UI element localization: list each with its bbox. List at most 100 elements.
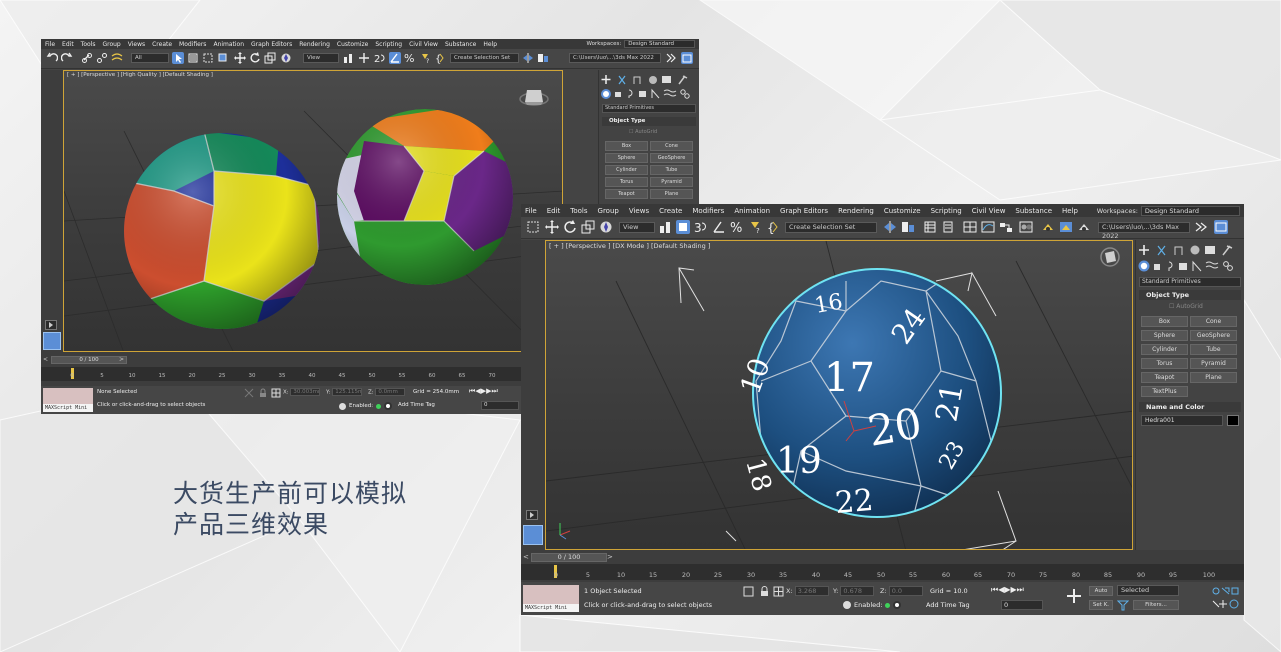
add-time-tag[interactable]: Add Time Tag [398, 402, 435, 408]
percent-snap-icon[interactable]: % [730, 220, 744, 234]
track-bar[interactable]: 0 5 10 15 20 25 30 35 40 45 50 55 60 65 … [521, 564, 1244, 580]
cone-button[interactable]: Cone [1190, 316, 1237, 327]
align-icon[interactable] [901, 220, 915, 234]
y-field[interactable]: 0.678 [840, 586, 875, 596]
z-field[interactable]: 0.0 [888, 586, 923, 596]
menu-animation[interactable]: Animation [213, 41, 244, 48]
redo-icon[interactable] [61, 52, 73, 64]
unlink-icon[interactable] [96, 52, 108, 64]
menu-scripting[interactable]: Scripting [931, 207, 962, 215]
slider-prev-icon[interactable]: < [43, 356, 48, 363]
absolute-mode-icon[interactable] [271, 388, 281, 398]
spinner-snap-icon[interactable]: ? [748, 220, 762, 234]
menu-help[interactable]: Help [483, 41, 497, 48]
move-icon[interactable] [234, 52, 246, 64]
select-manipulate-icon[interactable] [676, 220, 690, 234]
project-path-dropdown[interactable]: C:\Users\luo\...\3ds Max 2022 [1098, 222, 1190, 240]
torus-button[interactable]: Torus [1141, 358, 1188, 369]
current-frame-field[interactable]: 0 [1001, 600, 1043, 610]
tube-button[interactable]: Tube [1190, 344, 1237, 355]
soccer-ball-b[interactable] [329, 109, 514, 286]
chevron-right-icon[interactable] [1194, 220, 1208, 234]
viewport-nav-icons[interactable] [1211, 586, 1241, 612]
window-crossing-icon[interactable] [217, 52, 229, 64]
menu-civil-view[interactable]: Civil View [409, 41, 438, 48]
x-field[interactable]: 30.003mm [290, 388, 321, 396]
render-setup-icon[interactable] [1041, 220, 1055, 234]
torus-button[interactable]: Torus [605, 177, 648, 187]
menu-edit[interactable]: Edit [62, 41, 74, 48]
slider-prev-icon[interactable]: < [523, 553, 529, 561]
scene-explorer-icon[interactable] [941, 220, 955, 234]
reference-coord-dropdown[interactable]: View [303, 53, 339, 63]
create-selection-set-dropdown[interactable]: Create Selection Set [450, 53, 519, 63]
workspace-selector[interactable]: Workspaces: Design Standard [1097, 206, 1240, 216]
menu-graph-editors[interactable]: Graph Editors [780, 207, 828, 215]
time-slider[interactable]: 0 / 100 [531, 553, 607, 562]
selection-filter-dropdown[interactable]: All [131, 53, 169, 63]
absolute-mode-icon[interactable] [773, 586, 784, 597]
autogrid-checkbox[interactable]: ☐ AutoGrid [1169, 303, 1203, 310]
project-icon[interactable] [681, 52, 693, 64]
key-filters-button[interactable]: Filters... [1133, 600, 1179, 610]
adaptive-degradation[interactable]: Enabled: [339, 402, 393, 410]
current-frame-field[interactable]: 0 [481, 401, 519, 410]
pyramid-button[interactable]: Pyramid [650, 177, 693, 187]
render-production-icon[interactable] [1077, 220, 1091, 234]
geosphere-button[interactable]: GeoSphere [1190, 330, 1237, 341]
pivot-center-icon[interactable] [342, 52, 354, 64]
menu-scripting[interactable]: Scripting [375, 41, 402, 48]
keyboard-shortcut-icon[interactable]: 2 [374, 52, 386, 64]
expand-toolbar-icon[interactable] [526, 510, 538, 520]
curve-editor-icon[interactable] [981, 220, 995, 234]
menu-create[interactable]: Create [659, 207, 682, 215]
menu-civil-view[interactable]: Civil View [972, 207, 1006, 215]
geosphere-button[interactable]: GeoSphere [650, 153, 693, 163]
reference-coord-dropdown[interactable]: View [619, 222, 655, 233]
pyramid-button[interactable]: Pyramid [1190, 358, 1237, 369]
material-editor-icon[interactable] [1019, 220, 1033, 234]
plane-button[interactable]: Plane [1190, 372, 1237, 383]
select-region-icon[interactable] [526, 220, 540, 234]
maxscript-listener[interactable]: MAXScript Mini [523, 585, 579, 612]
percent-snap-icon[interactable]: % [404, 52, 416, 64]
menu-views[interactable]: Views [128, 41, 145, 48]
scale-icon[interactable] [581, 220, 595, 234]
schematic-view-icon[interactable] [999, 220, 1013, 234]
record-icon[interactable] [384, 402, 393, 410]
key-filter-icon[interactable] [1117, 600, 1129, 611]
viewcube-icon[interactable] [519, 90, 549, 106]
move-icon[interactable] [545, 220, 559, 234]
angle-snap-icon[interactable] [712, 220, 726, 234]
object-type-rollout[interactable]: Object Type [602, 117, 696, 126]
object-name-field[interactable]: Hedra001 [1141, 415, 1223, 426]
snap-toggle-icon[interactable]: 3 [694, 220, 708, 234]
menu-create[interactable]: Create [152, 41, 172, 48]
record-icon[interactable] [893, 601, 902, 609]
menu-substance[interactable]: Substance [1015, 207, 1052, 215]
toggle-ribbon-icon[interactable] [963, 220, 977, 234]
primitive-category-dropdown[interactable]: Standard Primitives [1139, 277, 1241, 287]
pivot-center-icon[interactable] [658, 220, 672, 234]
time-slider[interactable]: 0 / 100 [51, 356, 127, 364]
select-manipulate-icon[interactable] [358, 52, 370, 64]
viewport-layout-icon[interactable] [523, 525, 543, 545]
cylinder-button[interactable]: Cylinder [1141, 344, 1188, 355]
render-frame-icon[interactable] [1059, 220, 1073, 234]
y-field[interactable]: 125.115mm [332, 388, 363, 396]
bind-space-warp-icon[interactable] [111, 52, 123, 64]
box-button[interactable]: Box [605, 141, 648, 151]
menu-customize[interactable]: Customize [337, 41, 369, 48]
teapot-button[interactable]: Teapot [605, 189, 648, 199]
mirror-icon[interactable] [522, 52, 534, 64]
rotate-icon[interactable] [563, 220, 577, 234]
add-time-tag[interactable]: Add Time Tag [926, 601, 970, 609]
project-path-dropdown[interactable]: C:\Users\luo\...\3ds Max 2022 [569, 53, 661, 63]
command-panel-tabs[interactable] [1136, 243, 1244, 257]
goto-end-icon[interactable]: ⏭ [1017, 585, 1024, 594]
cone-button[interactable]: Cone [650, 141, 693, 151]
rotate-icon[interactable] [249, 52, 261, 64]
menu-edit[interactable]: Edit [547, 207, 561, 215]
isolate-icon[interactable] [743, 586, 754, 597]
command-panel-tabs[interactable] [599, 73, 699, 87]
